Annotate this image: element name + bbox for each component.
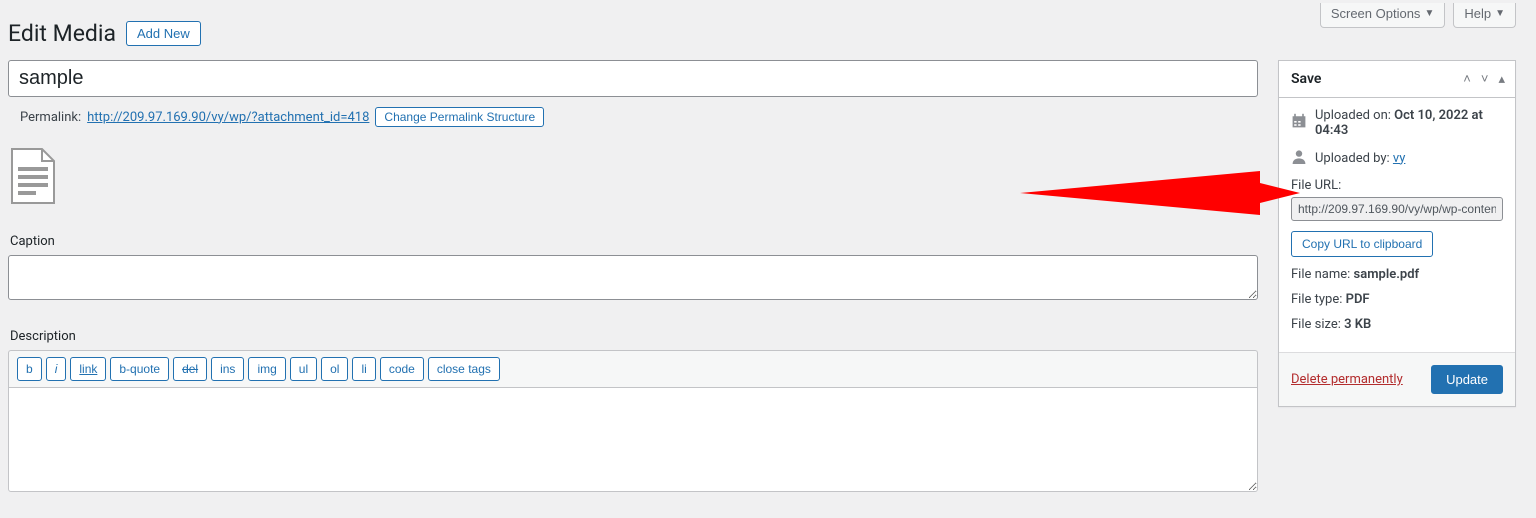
file-type-value: PDF [1346, 292, 1370, 307]
uploaded-on-label: Uploaded on: [1315, 108, 1394, 123]
permalink-url-link[interactable]: http://209.97.169.90/vy/wp/?attachment_i… [87, 110, 369, 125]
chevron-down-icon: ▼ [1424, 9, 1434, 19]
qt-ul-button[interactable]: ul [290, 357, 317, 381]
copy-url-button[interactable]: Copy URL to clipboard [1291, 231, 1433, 257]
screen-options-label: Screen Options [1331, 6, 1421, 21]
user-icon [1291, 148, 1307, 168]
file-size-label: File size: [1291, 317, 1344, 332]
screen-options-button[interactable]: Screen Options ▼ [1320, 3, 1446, 28]
qt-li-button[interactable]: li [352, 357, 375, 381]
update-button[interactable]: Update [1431, 365, 1503, 394]
file-name-value: sample.pdf [1354, 267, 1420, 282]
qt-b-button[interactable]: b [17, 357, 42, 381]
file-url-label: File URL: [1291, 178, 1503, 193]
panel-toggle-icon[interactable]: ▴ [1494, 70, 1509, 89]
qt-close-button[interactable]: close tags [428, 357, 500, 381]
file-type-label: File type: [1291, 292, 1346, 307]
uploaded-by-label: Uploaded by: [1315, 151, 1393, 166]
qt-code-button[interactable]: code [380, 357, 424, 381]
delete-permanently-link[interactable]: Delete permanently [1291, 372, 1403, 387]
uploaded-by-link[interactable]: vy [1393, 151, 1405, 166]
file-url-input[interactable] [1291, 197, 1503, 221]
description-label: Description [10, 329, 1258, 344]
page-title: Edit Media [8, 20, 116, 47]
post-title-input[interactable] [8, 60, 1258, 97]
file-size-value: 3 KB [1344, 317, 1371, 332]
qt-img-button[interactable]: img [248, 357, 285, 381]
caption-label: Caption [10, 234, 1258, 249]
quicktags-toolbar: b i link b-quote del ins img ul ol li co… [8, 350, 1258, 387]
save-postbox: Save ˄ ˅ ▴ Uploaded on: Oct 10 [1278, 60, 1516, 407]
qt-ins-button[interactable]: ins [211, 357, 244, 381]
file-name-label: File name: [1291, 267, 1354, 282]
description-textarea[interactable] [8, 387, 1258, 492]
attachment-file-icon [10, 147, 1258, 209]
permalink-label: Permalink: [20, 110, 81, 125]
help-label: Help [1464, 6, 1491, 21]
qt-i-button[interactable]: i [46, 357, 67, 381]
qt-ol-button[interactable]: ol [321, 357, 348, 381]
qt-del-button[interactable]: del [173, 357, 207, 381]
chevron-down-icon: ▼ [1495, 9, 1505, 19]
move-up-icon[interactable]: ˄ [1459, 69, 1475, 89]
save-box-title: Save [1279, 61, 1333, 97]
help-button[interactable]: Help ▼ [1453, 3, 1516, 28]
change-permalink-button[interactable]: Change Permalink Structure [375, 107, 544, 127]
add-new-button[interactable]: Add New [126, 21, 201, 46]
qt-bquote-button[interactable]: b-quote [110, 357, 169, 381]
qt-link-button[interactable]: link [70, 357, 106, 381]
move-down-icon[interactable]: ˅ [1477, 69, 1493, 89]
calendar-icon [1291, 113, 1307, 133]
caption-textarea[interactable] [8, 255, 1258, 300]
